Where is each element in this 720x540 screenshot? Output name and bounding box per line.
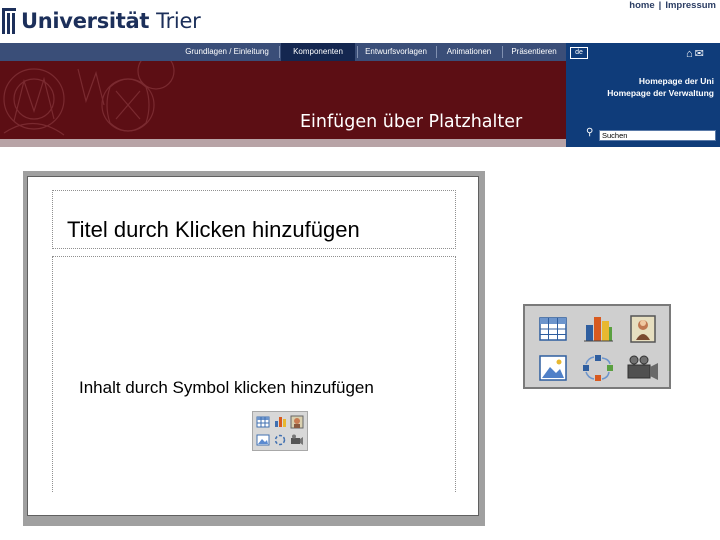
uni-homepage-link[interactable]: Homepage der Uni <box>639 76 714 86</box>
title-placeholder[interactable]: Titel durch Klicken hinzufügen <box>52 190 456 249</box>
home-link[interactable]: home <box>629 0 654 11</box>
impressum-link[interactable]: Impressum <box>665 0 716 11</box>
title-placeholder-text: Titel durch Klicken hinzufügen <box>67 217 360 242</box>
header-banner: Einfügen über Platzhalter <box>0 61 566 147</box>
right-panel: de ⌂✉ Homepage der Uni Homepage der Verw… <box>566 43 720 147</box>
insert-smartart-icon[interactable] <box>273 433 287 447</box>
mail-icon[interactable]: ✉ <box>695 48 706 60</box>
nav-divider <box>502 46 503 58</box>
nav-divider <box>436 46 437 58</box>
search-icon: ⚲ <box>586 127 594 138</box>
search-input[interactable] <box>599 130 716 141</box>
nav-praesentieren[interactable]: Präsentieren <box>504 43 564 61</box>
insert-chart-icon[interactable] <box>578 313 618 345</box>
panel-icons: ⌂✉ <box>686 47 706 60</box>
main-nav: Grundlagen / Einleitung Komponenten Entw… <box>0 43 566 61</box>
insert-smartart-icon[interactable] <box>578 352 618 384</box>
banner-decoration <box>3 61 175 136</box>
mini-insert-palette <box>252 411 308 451</box>
nav-entwurfsvorlagen[interactable]: Entwurfsvorlagen <box>359 43 433 61</box>
logo-mark-icon <box>2 8 16 34</box>
logo-bold: Universität <box>21 9 150 33</box>
insert-media-icon[interactable] <box>623 352 663 384</box>
nav-grundlagen[interactable]: Grundlagen / Einleitung <box>176 43 278 61</box>
insert-clipart-icon[interactable] <box>623 313 663 345</box>
logo-text: Universität Trier <box>21 9 201 33</box>
top-links: home | Impressum <box>629 0 716 11</box>
insert-clipart-icon[interactable] <box>290 415 304 429</box>
insert-table-icon[interactable] <box>256 415 270 429</box>
insert-chart-icon[interactable] <box>273 415 287 429</box>
nav-animationen[interactable]: Animationen <box>438 43 500 61</box>
logo-light: Trier <box>156 9 201 33</box>
language-switch[interactable]: de <box>570 47 588 59</box>
insert-media-icon[interactable] <box>290 433 304 447</box>
admin-homepage-link[interactable]: Homepage der Verwaltung <box>607 88 714 98</box>
nav-komponenten[interactable]: Komponenten <box>281 43 355 61</box>
insert-picture-icon[interactable] <box>256 433 270 447</box>
nav-divider <box>357 46 358 58</box>
content-placeholder-text: Inhalt durch Symbol klicken hinzufügen <box>79 378 374 397</box>
content-placeholder[interactable]: Inhalt durch Symbol klicken hinzufügen <box>52 256 456 492</box>
page-title: Einfügen über Platzhalter <box>300 112 523 132</box>
insert-table-icon[interactable] <box>533 313 573 345</box>
slide: Titel durch Klicken hinzufügen Inhalt du… <box>27 176 479 516</box>
sitemap-icon[interactable]: ⌂ <box>686 48 695 60</box>
insert-picture-icon[interactable] <box>533 352 573 384</box>
university-logo[interactable]: Universität Trier <box>0 6 201 36</box>
insert-content-palette <box>523 304 671 389</box>
slide-screenshot: Titel durch Klicken hinzufügen Inhalt du… <box>23 171 485 526</box>
banner-strip <box>0 139 566 147</box>
nav-divider <box>279 46 280 58</box>
toplink-separator: | <box>658 0 662 11</box>
